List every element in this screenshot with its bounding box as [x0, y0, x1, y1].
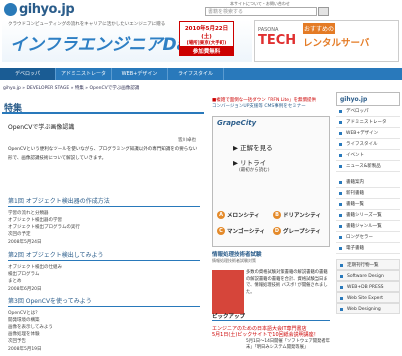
- banner-title: インフラエンジニアDay: [10, 35, 199, 55]
- section-3: 第3回 OpenCVを使ってみよう OpenCVとは？ 開発環境の構築 画像を表…: [8, 296, 200, 352]
- title-rule: [2, 112, 204, 114]
- rental-label: レンタルサーバ: [303, 38, 370, 49]
- option-label: マンゴーシティ: [227, 229, 266, 235]
- sidebar-item-software-design[interactable]: Software Design: [336, 270, 400, 281]
- sidebar-item-web-site-expert[interactable]: Web Site Expert: [336, 292, 400, 303]
- sidebar-item-ebook[interactable]: 電子書籍: [336, 243, 400, 254]
- search-button[interactable]: [318, 7, 329, 16]
- nav-lifestyle[interactable]: ライフスタイル: [168, 68, 224, 80]
- pickup-title-1[interactable]: エンジニアのための日本語大会IT専門書店: [212, 325, 330, 332]
- nav-web-design[interactable]: WEB+デザイン: [112, 68, 168, 80]
- section-heading[interactable]: 第1回 オブジェクト検出器の作成方法: [8, 196, 200, 207]
- sidebar-item-new-books[interactable]: 新刊書籍: [336, 188, 400, 199]
- book-text: 多数の資格試験対策書籍の解説書籍の書籍の解説書籍の書籍を合計、資格試験当日まで、…: [246, 270, 328, 295]
- ad-line-2: コンバージョンUP支援等 CMS事例をセミナー: [212, 104, 306, 109]
- sidebar-item-longseller[interactable]: ロングセラー: [336, 232, 400, 243]
- sidebar-item-administrator[interactable]: アドミニストレータ: [336, 117, 400, 128]
- sidebar-logo[interactable]: gihyo.jp: [336, 92, 400, 106]
- sidebar-item-web-designing[interactable]: Web Designing: [336, 303, 400, 314]
- sidebar-item-series[interactable]: 書籍シリーズ一覧: [336, 210, 400, 221]
- pickup-text: 5月1日～14日開催「ソフトウェア開発者年末」「明日みシステム開発等展」: [246, 339, 330, 350]
- sidebar-item-webdb-press[interactable]: WEB+DB PRESS: [336, 281, 400, 292]
- sidebar-item-event[interactable]: イベント: [336, 150, 400, 161]
- tech-label: TECH: [258, 33, 297, 48]
- banner-date: 2010年5月22日(土) [場所]東京(大手町): [179, 21, 234, 47]
- logo-mark-icon: [4, 3, 17, 16]
- sidebar: gihyo.jp デベロッパ アドミニストレータ WEB+デザイン ライフスタイ…: [336, 92, 400, 314]
- section-date: 2008年5月19日: [8, 347, 42, 352]
- section-item: 画像を表示してみよう: [8, 325, 53, 330]
- grapecity-quiz-ad[interactable]: GrapeCity ▶ 正解を見る ▶ リトライ (最初から読む) A メロンシテ…: [212, 116, 330, 247]
- pickup-section: ピックアップ エンジニアのための日本語大会IT専門書店 5月1日(土)ピックサイ…: [212, 312, 330, 351]
- sidebar-item-book-list[interactable]: 書籍一覧: [336, 199, 400, 210]
- option-c[interactable]: C マンゴーシティ: [217, 227, 265, 235]
- section-date: 2008年5月24日: [8, 240, 42, 245]
- sidebar-item-news[interactable]: ニュース&新製品: [336, 161, 400, 172]
- section-heading[interactable]: 第3回 OpenCVを使ってみよう: [8, 296, 200, 307]
- article-author[interactable]: 皆川卓也: [178, 137, 196, 143]
- pickup-heading: ピックアップ: [212, 312, 330, 321]
- main-nav: デベロッパ アドミニストレータ WEB+デザイン ライフスタイル: [0, 68, 402, 80]
- pickup-title-2[interactable]: 5月1日(土)ピックサイトで10回紙会説明講座！: [212, 332, 330, 339]
- retry-button[interactable]: ▶ リトライ: [233, 157, 266, 167]
- banner-tagline: クラウドコンピューティングの流れをキャリアに活かしたいエンジニアに贈る: [8, 22, 166, 27]
- option-key: C: [217, 227, 225, 235]
- option-key: D: [273, 227, 281, 235]
- book-promo[interactable]: 情報処理技術者試験 情報処理技術者試験対策 多数の資格試験対策書籍の解説書籍の書…: [212, 250, 330, 314]
- rental-server-banner[interactable]: PASONA TECH おすすめの レンタルサーバ: [254, 20, 399, 62]
- sidebar-item-lifestyle[interactable]: ライフスタイル: [336, 139, 400, 150]
- section-item: 開発環境の構築: [8, 318, 40, 323]
- section-item: 検出プログラム: [8, 272, 40, 277]
- option-label: ドリアンシティ: [283, 213, 321, 219]
- section-item: まとめ: [8, 279, 22, 284]
- option-a[interactable]: A メロンシティ: [217, 211, 260, 219]
- option-b[interactable]: B ドリアンシティ: [273, 211, 321, 219]
- logo-text: gihyo.jp: [19, 2, 75, 17]
- sidebar-item-periodicals[interactable]: 定期刊行物一覧: [336, 259, 400, 270]
- section-item: 次回予告: [8, 339, 26, 344]
- option-key: A: [217, 211, 225, 219]
- nav-administrator[interactable]: アドミニストレータ: [56, 68, 112, 80]
- section-date: 2008年6月20日: [8, 287, 42, 292]
- section-item: オブジェクト検出プログラムの実行: [8, 225, 80, 230]
- retry-label: リトライ: [240, 159, 267, 167]
- sidebar-item-books[interactable]: 書籍案内: [336, 177, 400, 188]
- search-input[interactable]: 書籍を検索する: [205, 7, 317, 16]
- section-heading[interactable]: 第2回 オブジェクト検出してみよう: [8, 250, 200, 261]
- search-placeholder: 書籍を検索する: [208, 9, 244, 15]
- section-item: 次回の予定: [8, 232, 31, 237]
- article-title: OpenCVで学ぶ画像認識: [8, 124, 75, 131]
- section-2: 第2回 オブジェクト検出してみよう オブジェクト検出の仕組み 検出プログラム ま…: [8, 250, 200, 292]
- answer-button[interactable]: ▶ 正解を見る: [233, 142, 273, 152]
- section-1: 第1回 オブジェクト検出器の作成方法 学習の流れと分類器 オブジェクト検出器の学…: [8, 196, 200, 245]
- section-item: 学習の流れと分類器: [8, 211, 49, 216]
- sidebar-item-developer[interactable]: デベロッパ: [336, 106, 400, 117]
- book-heading: 情報処理技術者試験: [212, 252, 262, 258]
- grapecity-logo: GrapeCity: [217, 119, 257, 127]
- section-item: OpenCVとは？: [8, 311, 40, 316]
- retry-sub: (最初から読む): [239, 168, 270, 173]
- section-item: オブジェクト検出器の学習: [8, 218, 62, 223]
- answer-label: 正解を見る: [240, 144, 273, 152]
- nav-developer[interactable]: デベロッパ: [0, 68, 56, 80]
- section-item: 画像処理を体験: [8, 332, 40, 337]
- osusume-label: おすすめの: [303, 23, 336, 34]
- banner-place: [場所]東京(大手町): [186, 41, 227, 46]
- banner-cta: 参加費無料: [179, 47, 234, 56]
- book-cover-image[interactable]: [212, 270, 244, 314]
- book-sub: 情報処理技術者試験対策: [212, 258, 256, 263]
- option-label: メロンシティ: [227, 213, 260, 219]
- sidebar-item-web-design[interactable]: WEB+デザイン: [336, 128, 400, 139]
- option-key: B: [273, 211, 281, 219]
- section-item: オブジェクト検出の仕組み: [8, 265, 62, 270]
- banner-date-text: 2010年5月22日(土): [184, 26, 229, 40]
- breadcrumb[interactable]: gihyo.jp » DEVELOPER STAGE » 特集 » OpenCV…: [3, 85, 139, 91]
- option-label: グレープシティ: [283, 229, 321, 235]
- sidebar-item-genre[interactable]: 書籍ジャンル一覧: [336, 221, 400, 232]
- infra-engineer-day-banner[interactable]: クラウドコンピューティングの流れをキャリアに活かしたいエンジニアに贈る インフラ…: [2, 20, 252, 62]
- article-intro: OpenCVという便利なツールを使いながら、プログラミング知識以外の専門知識をの…: [8, 147, 198, 161]
- gihyo-logo[interactable]: gihyo.jp: [4, 2, 75, 17]
- option-d[interactable]: D グレープシティ: [273, 227, 321, 235]
